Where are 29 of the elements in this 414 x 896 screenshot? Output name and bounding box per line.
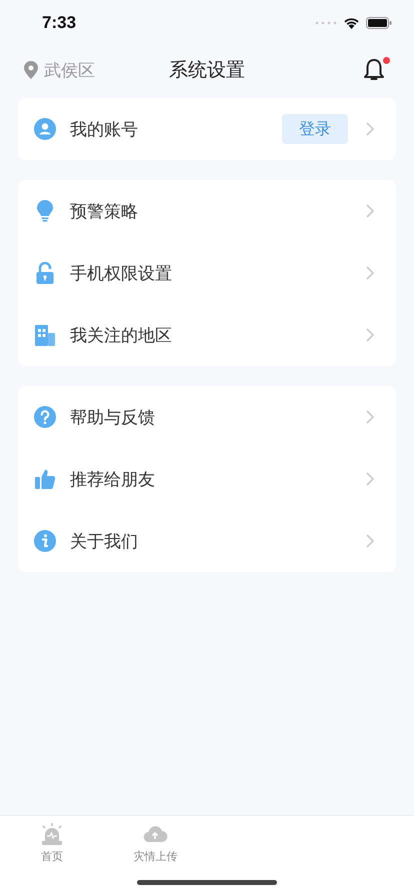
settings-row[interactable]: 帮助与反馈 — [18, 386, 396, 448]
tab-bar-item[interactable]: 首页 — [0, 822, 104, 864]
chevron-right-icon — [366, 472, 374, 486]
thumbs-up-icon — [34, 468, 56, 490]
info-icon — [34, 530, 56, 552]
location-pin-icon — [24, 61, 38, 79]
building-icon — [34, 324, 56, 346]
chevron-right-icon — [366, 266, 374, 280]
chevron-right-icon — [366, 204, 374, 218]
status-time: 7:33 — [42, 13, 76, 33]
settings-row[interactable]: 关于我们 — [18, 510, 396, 572]
chevron-right-icon — [366, 328, 374, 342]
settings-row[interactable]: 我关注的地区 — [18, 304, 396, 366]
settings-row[interactable]: 手机权限设置 — [18, 242, 396, 304]
battery-icon — [366, 17, 392, 29]
chevron-right-icon — [366, 534, 374, 548]
settings-row[interactable]: 推荐给朋友 — [18, 448, 396, 510]
tab-bar-item[interactable]: 灾情上传 — [104, 822, 207, 864]
user-icon — [34, 118, 56, 140]
wifi-icon — [343, 17, 360, 29]
signal-icon — [315, 21, 337, 25]
page-title: 系统设置 — [169, 58, 245, 83]
chevron-right-icon — [366, 410, 374, 424]
settings-row[interactable]: 预警策略 — [18, 180, 396, 242]
lightbulb-icon — [34, 200, 56, 222]
help-icon — [34, 406, 56, 428]
account-row[interactable]: 我的账号 登录 — [18, 98, 396, 160]
chevron-right-icon — [366, 122, 374, 136]
lock-icon — [34, 262, 56, 284]
